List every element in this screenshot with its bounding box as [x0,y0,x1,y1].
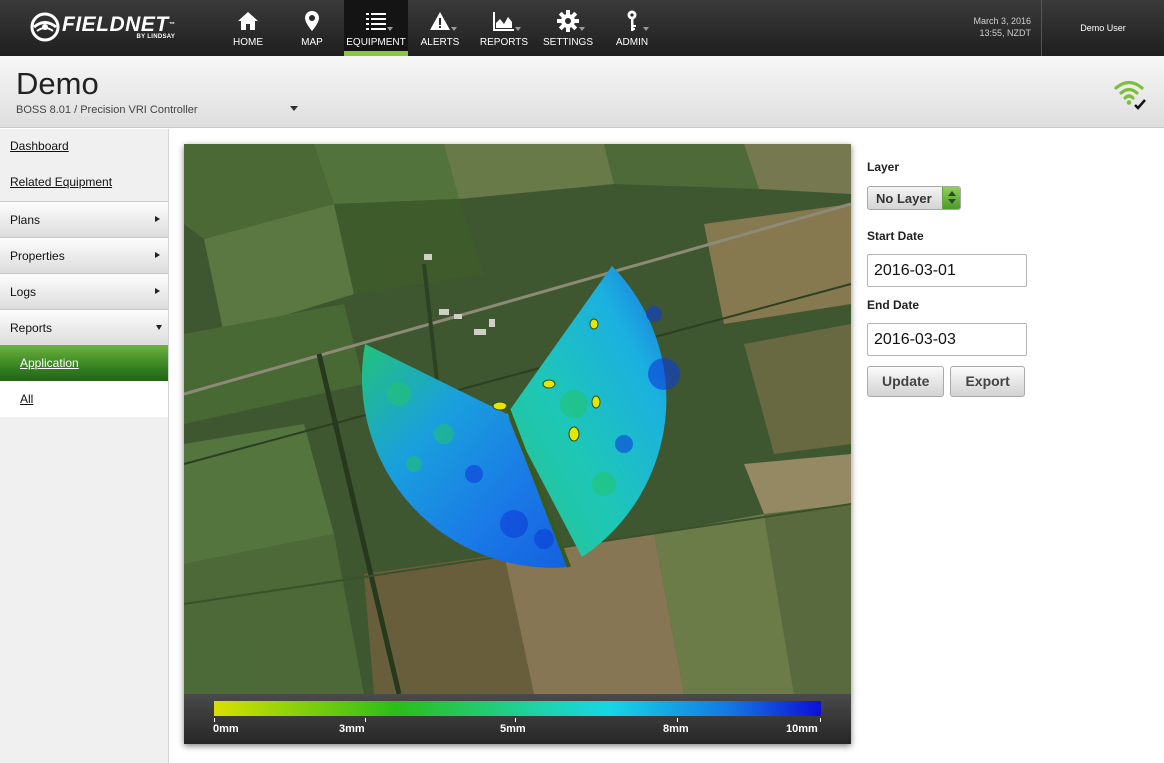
wifi-connected-icon [1114,80,1146,110]
nav-home[interactable]: HOME [216,0,280,56]
chevron-down-icon [515,27,521,31]
home-icon [238,12,258,30]
warning-icon [430,12,450,30]
legend-tick [515,718,516,722]
nav-equipment-label: EQUIPMENT [346,37,406,48]
legend-label-2: 5mm [500,723,526,735]
legend-gradient [214,701,821,716]
brand-name: FIELDNET [62,12,169,36]
legend-label-0: 0mm [213,723,239,735]
chevron-right-icon [155,252,160,258]
device-dropdown-icon[interactable] [290,106,298,111]
list-icon [366,13,386,30]
sidebar-section-label: Properties [10,249,65,263]
legend-label-4: 10mm [786,723,818,735]
sidebar-section-properties[interactable]: Properties [0,237,168,273]
nav-reports-label: REPORTS [479,37,529,48]
layer-label: Layer [867,160,900,174]
legend-tick [820,718,821,722]
layer-select[interactable]: No Layer [867,186,961,210]
device-subtitle: BOSS 8.01 / Precision VRI Controller [16,104,198,116]
page-header: Demo BOSS 8.01 / Precision VRI Controlle… [0,56,1164,128]
current-date: March 3, 2016 [973,16,1031,26]
end-date-field[interactable]: 2016-03-03 [867,323,1027,356]
brand-tm: ™ [168,21,176,28]
current-time: 13:55, NZDT [979,28,1031,38]
nav-settings-label: SETTINGS [542,37,593,48]
layer-select-value: No Layer [876,191,932,206]
sidebar-section-label: Logs [10,285,37,299]
nav-home-label: HOME [233,37,263,48]
nav-admin[interactable]: ADMIN [600,0,664,56]
report-filter-panel: Layer No Layer Start Date 2016-03-01 End… [867,160,1067,397]
key-icon [627,10,637,31]
nav-admin-label: ADMIN [615,37,649,48]
satellite-map-image[interactable] [184,144,851,694]
top-navigation-bar: FIELDNET™ BY LINDSAY HOME MAP EQUIPMENT … [0,0,1164,56]
legend-label-1: 3mm [339,723,365,735]
chevron-right-icon [155,288,160,294]
nav-alerts-label: ALERTS [420,37,460,48]
nav-map-label: MAP [301,37,323,48]
fieldnet-logo-icon [30,12,60,42]
update-button[interactable]: Update [867,366,945,397]
sidebar-item-all[interactable]: All [0,381,168,417]
map-legend: 0mm 3mm 5mm 8mm 10mm [184,694,851,744]
sidebar-section-label: Reports [10,321,53,335]
end-date-label: End Date [867,298,920,312]
chevron-down-icon [451,27,457,31]
sidebar-section-label: Plans [10,213,41,227]
chevron-down-icon [387,27,393,31]
user-menu[interactable]: Demo User [1041,0,1164,56]
sidebar-item-dashboard[interactable]: Dashboard [0,129,168,165]
legend-tick [677,718,678,722]
gear-icon [557,10,579,32]
nav-settings[interactable]: SETTINGS [536,0,600,56]
chevron-down-icon [643,27,649,31]
sidebar-item-application[interactable]: Application [0,345,168,381]
page-title: Demo [16,66,99,101]
sidebar-item-related-equipment[interactable]: Related Equipment [0,165,168,201]
main-nav: HOME MAP EQUIPMENT ALERTS REPORTS SETTIN… [216,0,664,56]
sidebar-section-plans[interactable]: Plans [0,201,168,237]
sidebar-section-reports[interactable]: Reports [0,309,168,345]
chart-icon [493,12,514,31]
map-pin-icon [305,11,319,31]
user-name: Demo User [1080,23,1126,33]
logo-wordmark: FIELDNET™ BY LINDSAY [62,12,176,40]
sidebar: Dashboard Related Equipment Plans Proper… [0,129,169,763]
legend-tick [214,718,215,722]
fieldnet-logo[interactable]: FIELDNET™ BY LINDSAY [30,12,175,42]
legend-tick [365,718,366,722]
chevron-down-icon [579,27,585,31]
select-arrows-icon [942,187,960,209]
application-map[interactable]: 0mm 3mm 5mm 8mm 10mm [184,144,851,744]
export-button[interactable]: Export [950,366,1025,397]
nav-equipment[interactable]: EQUIPMENT [344,0,408,56]
start-date-field[interactable]: 2016-03-01 [867,254,1027,287]
nav-alerts[interactable]: ALERTS [408,0,472,56]
sidebar-section-logs[interactable]: Logs [0,273,168,309]
start-date-label: Start Date [867,229,924,243]
nav-reports[interactable]: REPORTS [472,0,536,56]
chevron-down-icon [156,325,162,330]
chevron-right-icon [155,216,160,222]
legend-label-3: 8mm [663,723,689,735]
nav-map[interactable]: MAP [280,0,344,56]
current-datetime: March 3, 2016 13:55, NZDT [973,15,1031,39]
